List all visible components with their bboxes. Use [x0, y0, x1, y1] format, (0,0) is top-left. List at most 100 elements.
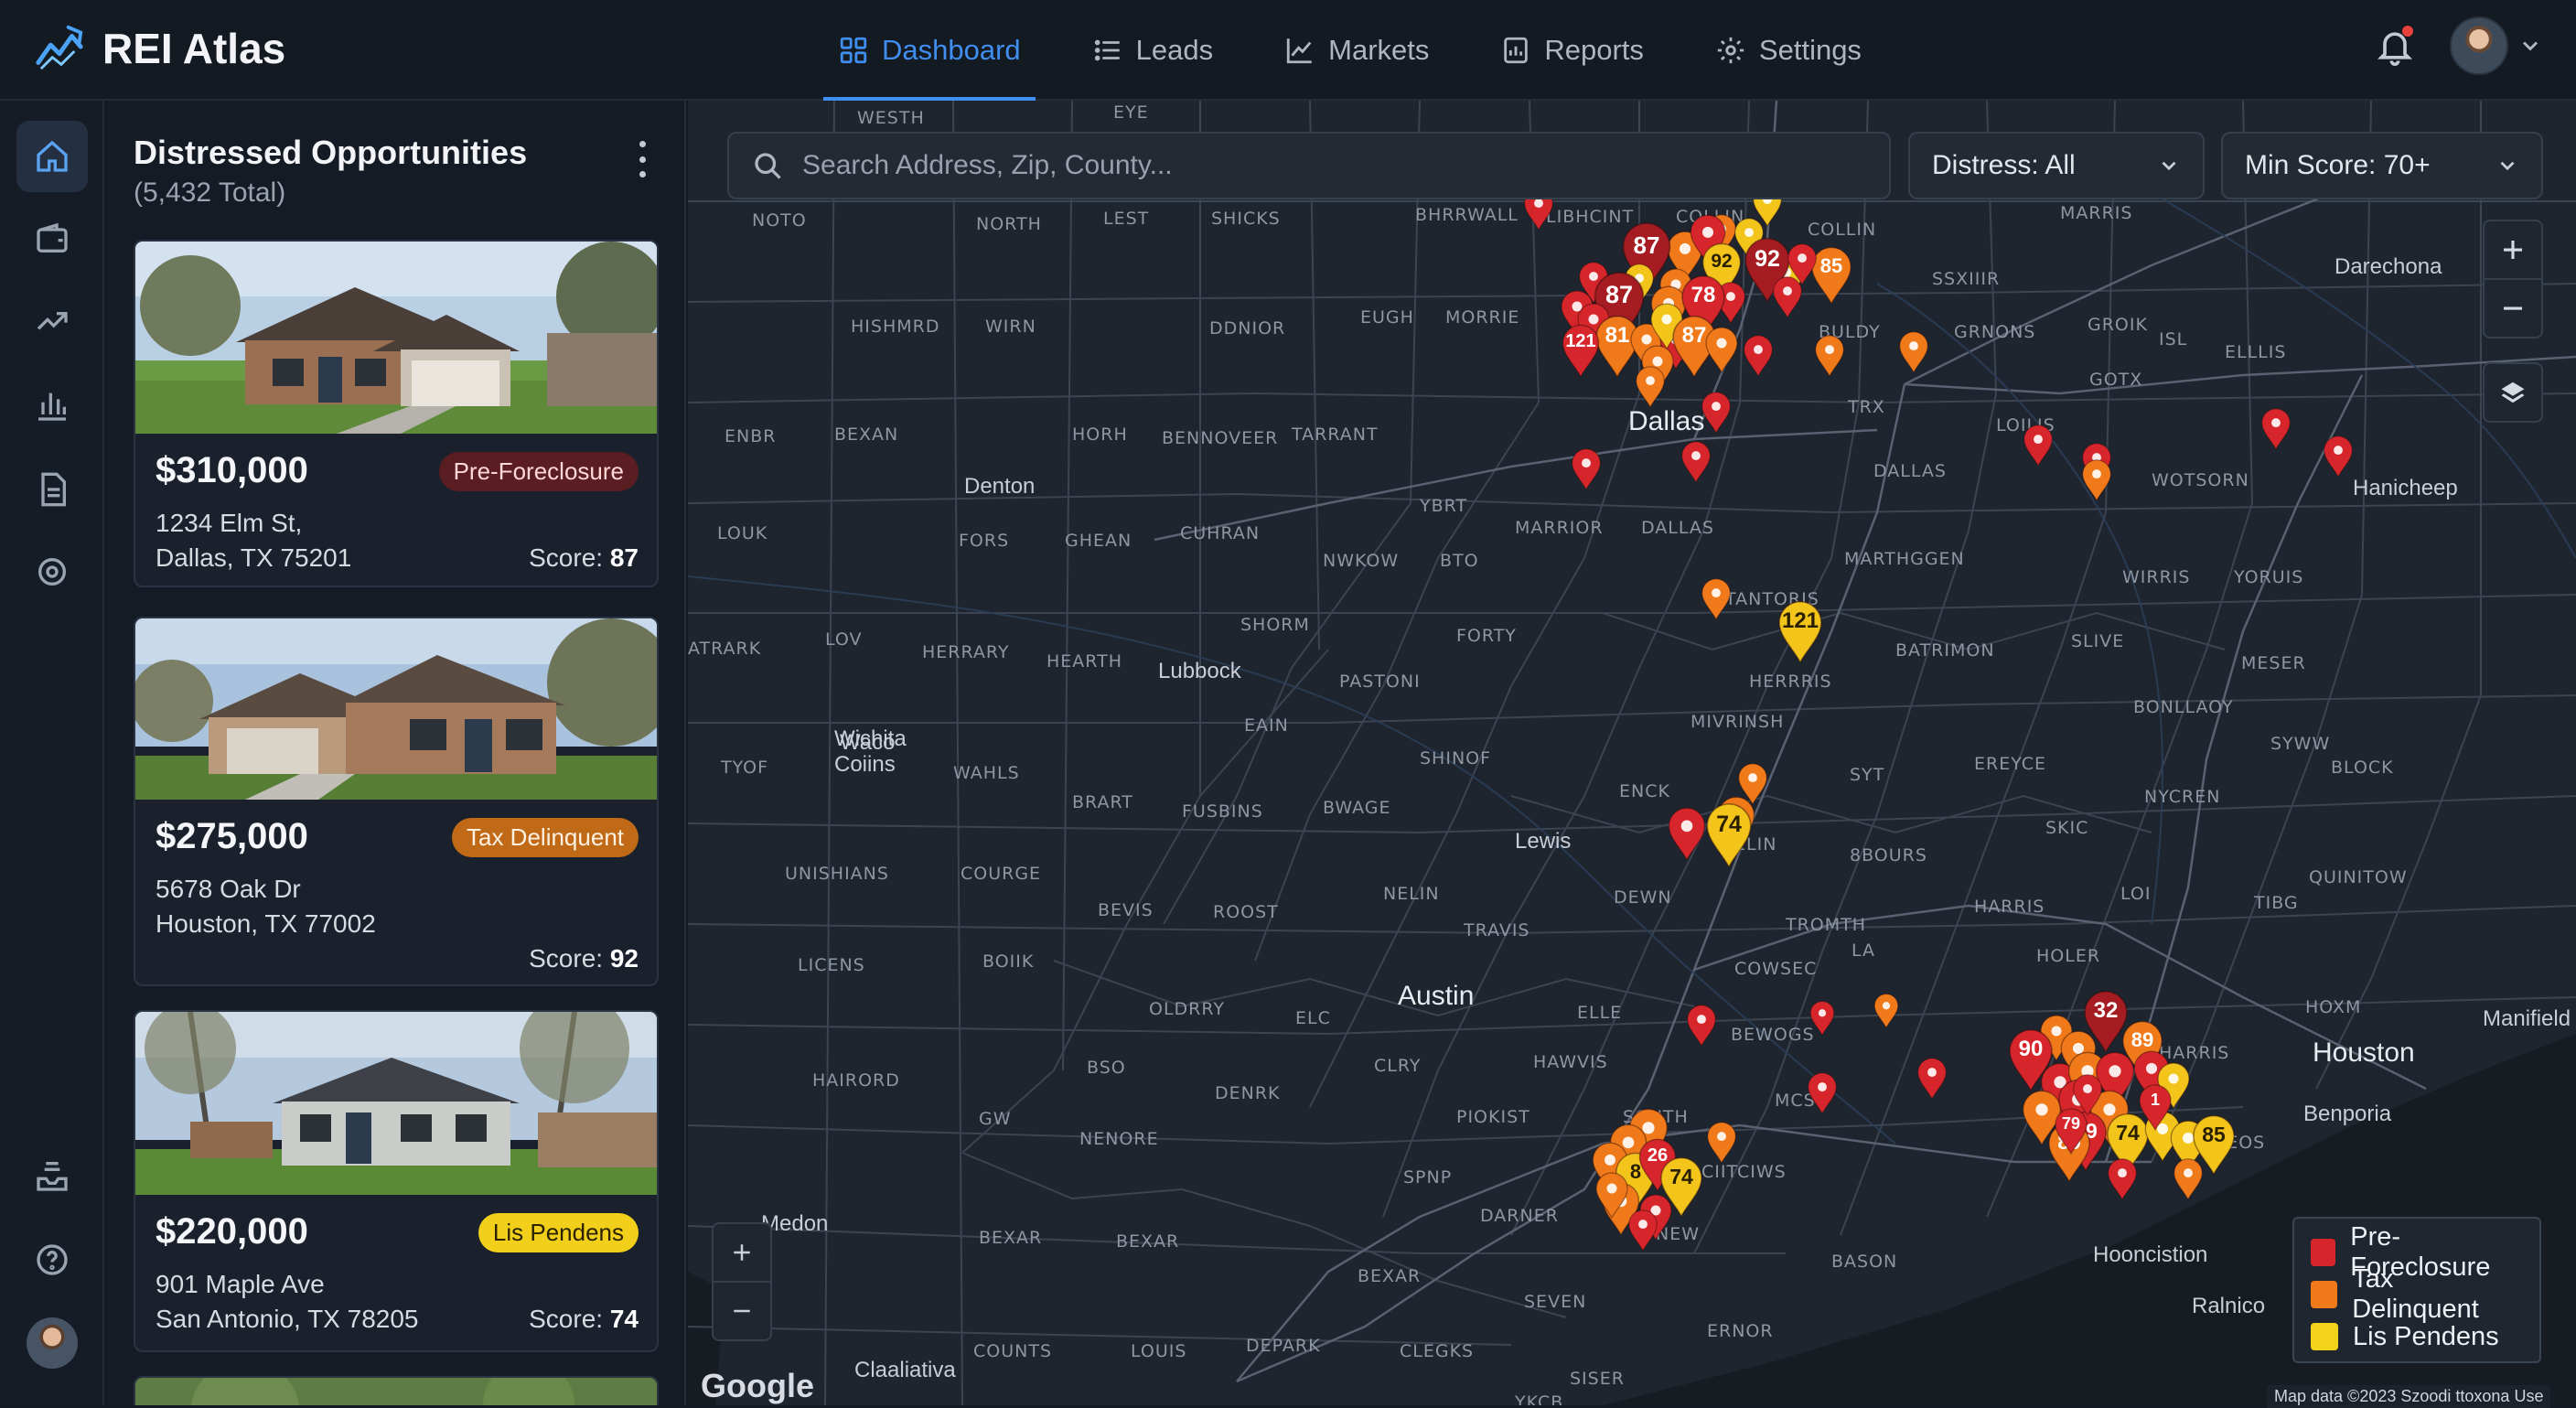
map-marker[interactable]: 121 — [1560, 323, 1602, 378]
city-label: Lewis — [1515, 829, 1572, 854]
more-options-icon[interactable] — [637, 141, 648, 177]
help-icon — [37, 1244, 68, 1275]
tab-markets[interactable]: Markets — [1270, 0, 1444, 101]
county-label: COURGE — [961, 864, 1042, 884]
map-marker[interactable] — [1626, 1209, 1659, 1252]
map-marker[interactable] — [1594, 1171, 1630, 1219]
map-marker[interactable]: 1 — [2137, 1083, 2174, 1131]
sidebar-item-trends[interactable] — [16, 285, 88, 357]
listing-card[interactable] — [134, 1376, 659, 1405]
map-marker[interactable] — [1700, 391, 1733, 434]
listing-card[interactable]: $275,000 Tax Delinquent 5678 Oak Dr Hous… — [134, 617, 659, 986]
county-label: QUINITOW — [2309, 867, 2408, 887]
tab-reports[interactable]: Reports — [1486, 0, 1658, 101]
map-marker[interactable] — [1685, 1004, 1718, 1047]
map-marker[interactable]: 121 — [1776, 599, 1825, 663]
sidebar-item-analytics[interactable] — [16, 370, 88, 441]
zoom-out-button[interactable] — [712, 1281, 772, 1341]
map-view[interactable]: WESTH EYE NOTO NORTH LEST SHICKS BHRRWAL… — [688, 101, 2576, 1405]
tab-settings[interactable]: Settings — [1701, 0, 1876, 101]
county-label: MARRIOR — [1515, 518, 1604, 538]
avatar[interactable] — [27, 1317, 78, 1369]
plus-icon — [734, 1244, 750, 1261]
map-marker[interactable] — [2080, 458, 2113, 501]
listing-card[interactable]: $310,000 Pre-Foreclosure 1234 Elm St, Da… — [134, 240, 659, 587]
map-marker[interactable] — [1873, 993, 1900, 1028]
county-label: EUGH — [1360, 307, 1414, 328]
county-label: COWSEC — [1734, 959, 1818, 979]
document-icon — [41, 472, 66, 507]
map-marker[interactable] — [1634, 365, 1667, 408]
map-marker[interactable] — [1570, 447, 1603, 490]
sidebar-item-inbox[interactable] — [16, 1140, 88, 1211]
map-marker[interactable] — [1703, 326, 1740, 373]
listing-address-line2: Dallas, TX 75201 — [156, 543, 352, 572]
map-marker[interactable] — [2022, 424, 2055, 467]
map-marker[interactable] — [2259, 407, 2292, 450]
county-label: DALLAS — [1641, 518, 1714, 538]
distress-filter-dropdown[interactable]: Distress: All — [1908, 132, 2205, 199]
sidebar-item-wallet[interactable] — [16, 203, 88, 274]
city-label: Denton — [964, 474, 1036, 499]
county-label: NWKOW — [1323, 551, 1400, 571]
user-menu[interactable] — [2450, 16, 2543, 75]
map-marker[interactable] — [1813, 334, 1846, 377]
map-attribution[interactable]: Map data ©2023 Szoodi ttoxona Use — [2267, 1385, 2551, 1408]
search-bar[interactable] — [727, 132, 1891, 199]
sidebar-item-help[interactable] — [16, 1224, 88, 1295]
city-label: Hanicheep — [2353, 476, 2458, 500]
map-marker[interactable] — [1916, 1057, 1948, 1100]
map-marker[interactable] — [1771, 275, 1804, 318]
marker-score-label: 121 — [1781, 608, 1819, 634]
map-marker[interactable] — [2172, 1157, 2205, 1200]
map-marker[interactable] — [1897, 330, 1930, 373]
chevron-down-icon — [2522, 41, 2538, 51]
map-marker[interactable] — [1705, 1121, 1738, 1164]
marker-score-label: 79 — [2061, 1114, 2081, 1133]
marker-score-label: 89 — [2131, 1027, 2154, 1051]
brand[interactable]: REI Atlas — [33, 18, 285, 79]
county-label: DEWN — [1614, 887, 1672, 908]
score-value: 87 — [609, 543, 639, 572]
property-photo — [135, 1378, 657, 1405]
legend-swatch — [2311, 1239, 2336, 1266]
county-label: MARRIS — [2060, 203, 2133, 223]
listing-price: $310,000 — [156, 450, 308, 490]
notifications-button[interactable] — [2375, 26, 2415, 66]
tab-dashboard[interactable]: Dashboard — [823, 0, 1036, 101]
zoom-in-button[interactable] — [2483, 220, 2543, 280]
min-score-filter-dropdown[interactable]: Min Score: 70+ — [2221, 132, 2543, 199]
county-label: PASTONI — [1339, 672, 1421, 692]
county-label: SHICKS — [1211, 209, 1281, 229]
county-label: BEXAN — [834, 425, 899, 445]
map-marker[interactable] — [1666, 806, 1708, 861]
zoom-out-button[interactable] — [2483, 278, 2543, 339]
plus-icon — [2504, 241, 2522, 259]
county-label: MARTHGGEN — [1844, 549, 1965, 569]
county-label: UNISHIANS — [785, 864, 889, 884]
listing-card[interactable]: $220,000 Lis Pendens 901 Maple Ave San A… — [134, 1010, 659, 1352]
map-marker[interactable] — [2106, 1157, 2139, 1200]
report-icon — [1504, 37, 1529, 64]
map-marker[interactable] — [1806, 1071, 1839, 1114]
county-label: TRAVIS — [1464, 920, 1530, 940]
tab-leads[interactable]: Leads — [1078, 0, 1228, 101]
sidebar-item-settings[interactable] — [16, 536, 88, 607]
search-input[interactable] — [802, 150, 1854, 181]
map-marker[interactable]: 79 — [2053, 1107, 2089, 1155]
county-label: YORUIS — [2234, 567, 2304, 587]
map-marker[interactable]: 74 — [1703, 801, 1755, 868]
sidebar-item-home[interactable] — [16, 121, 88, 192]
map-marker[interactable] — [1700, 577, 1733, 620]
sidebar-item-documents[interactable] — [16, 454, 88, 525]
layers-button[interactable] — [2483, 362, 2543, 423]
marker-score-label: 121 — [1565, 330, 1596, 351]
county-label: ERNOR — [1707, 1321, 1774, 1341]
map-marker[interactable] — [2322, 435, 2355, 478]
map-marker[interactable] — [1809, 1000, 1836, 1036]
zoom-in-button[interactable] — [712, 1222, 772, 1283]
city-label: Wichita — [834, 726, 907, 751]
county-label: TROMTH — [1786, 915, 1867, 935]
map-marker[interactable] — [1742, 334, 1775, 377]
map-marker[interactable] — [1680, 440, 1712, 483]
